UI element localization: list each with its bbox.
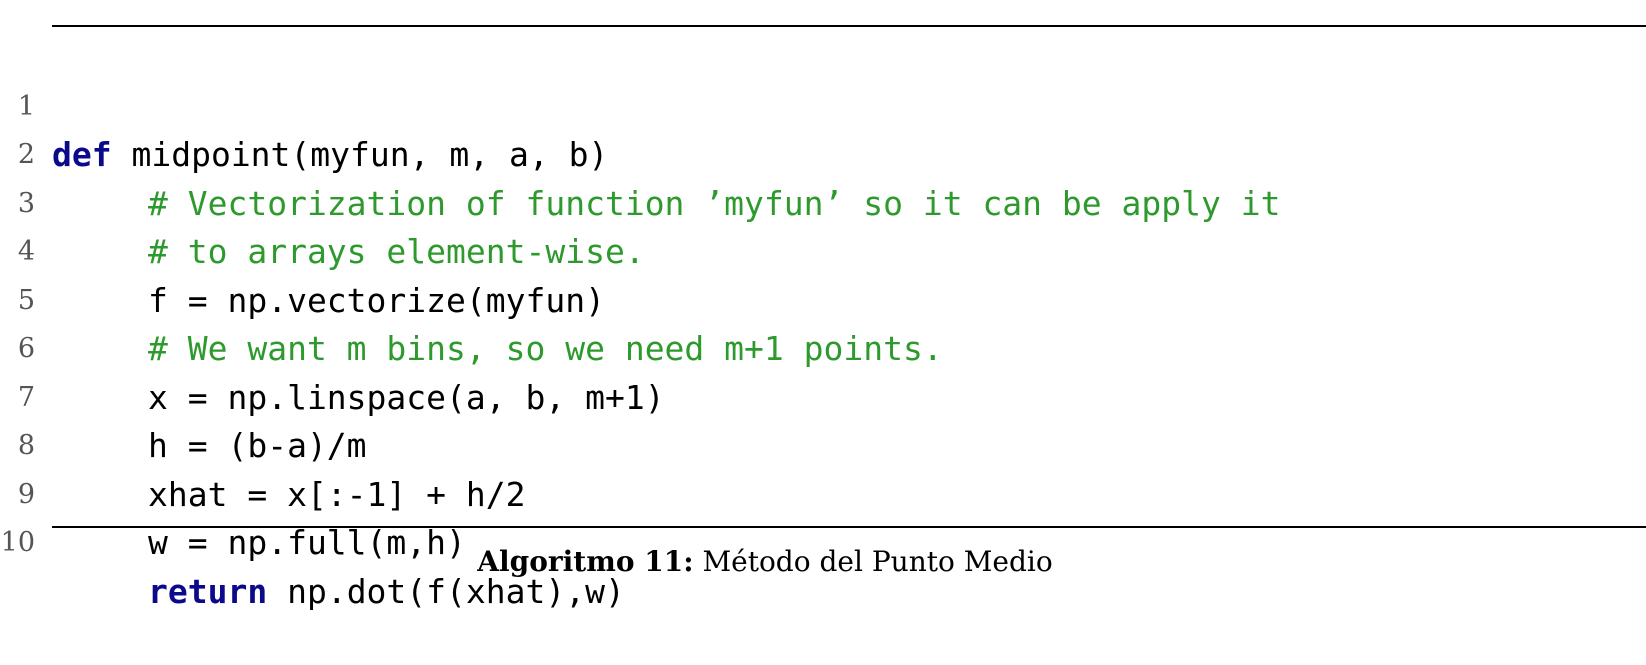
code-listing: 1 def midpoint(myfun, m, a, b) 2 # Vecto… xyxy=(0,34,1646,611)
caption-title: Método del Punto Medio xyxy=(693,545,1053,578)
code-line: 6 x = np.linspace(a, b, m+1) xyxy=(0,277,1646,417)
algorithm-caption: Algoritmo 11: Método del Punto Medio xyxy=(0,545,1530,578)
code-line: 1 def midpoint(myfun, m, a, b) xyxy=(0,34,1646,175)
code-line: 9 w = np.full(m,h) xyxy=(0,422,1646,563)
code-line: 8 xhat = x[:-1] + h/2 xyxy=(0,374,1646,514)
code-line: 10 return np.dot(f(xhat),w) xyxy=(0,471,1646,611)
bottom-rule xyxy=(52,526,1646,528)
top-rule xyxy=(52,25,1646,27)
code-line: 5 # We want m bins, so we need m+1 point… xyxy=(0,228,1646,369)
code-line: 4 f = np.vectorize(myfun) xyxy=(0,180,1646,320)
code-line: 2 # Vectorization of function ’myfun’ so… xyxy=(0,83,1646,223)
code-line: 7 h = (b-a)/m xyxy=(0,325,1646,466)
code-line: 3 # to arrays element-wise. xyxy=(0,131,1646,272)
caption-label: Algoritmo 11: xyxy=(477,545,694,578)
